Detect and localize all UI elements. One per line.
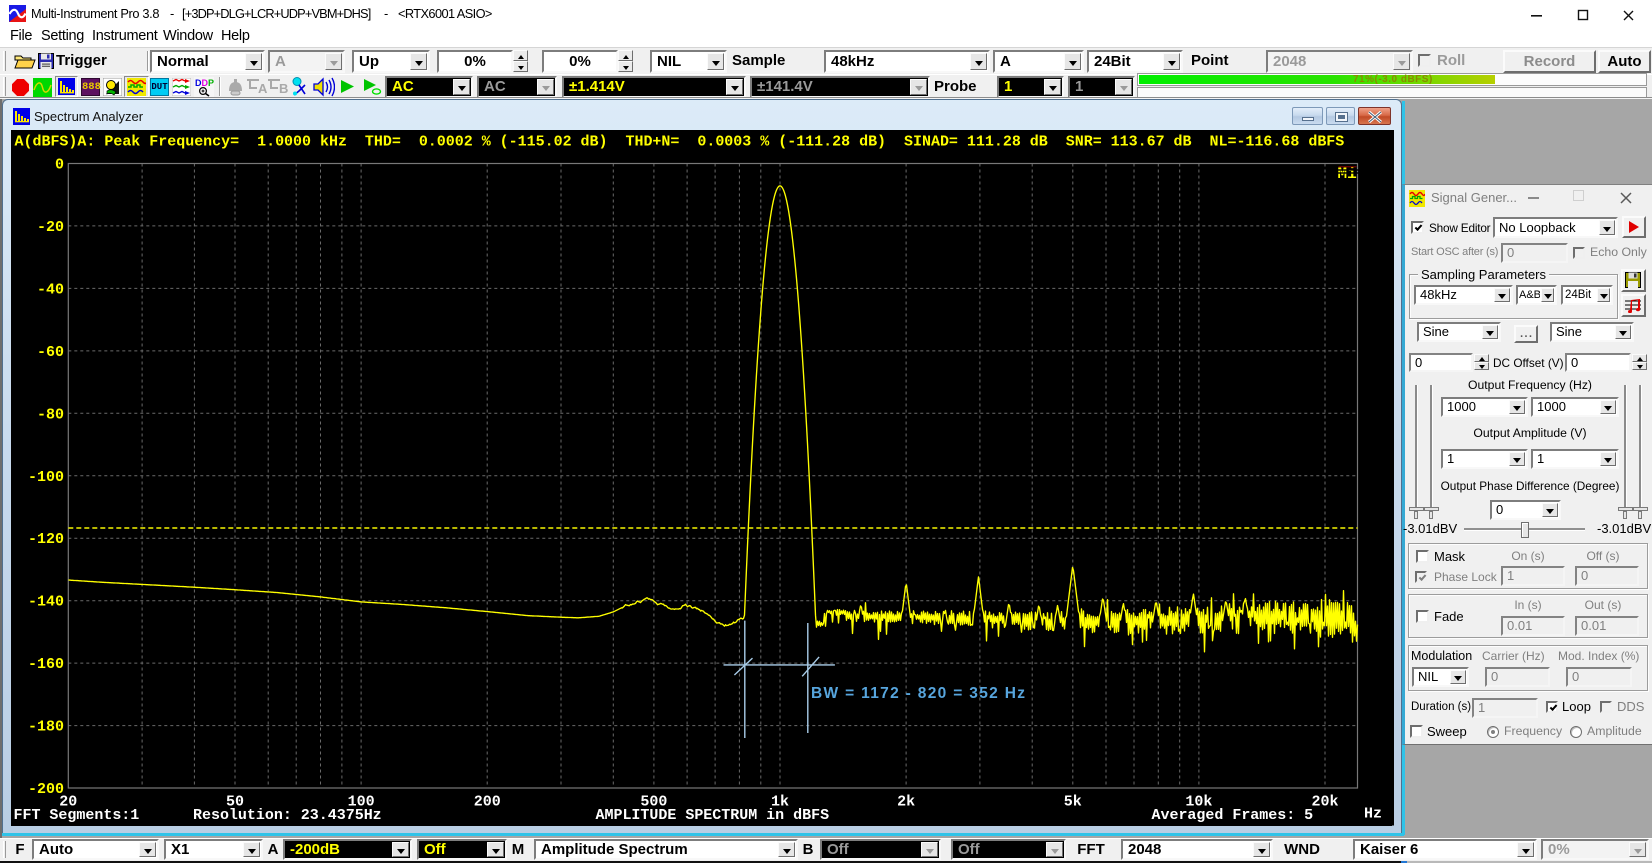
svg-text:BW = 1172 - 820 = 352 Hz: BW = 1172 - 820 = 352 Hz	[811, 685, 1025, 702]
svg-text:-40: -40	[36, 281, 63, 298]
svg-text:-80: -80	[36, 406, 63, 423]
svg-text:P: P	[208, 78, 214, 88]
svg-text:-180: -180	[27, 719, 63, 736]
svg-text:2k: 2k	[897, 794, 915, 811]
svg-text:Mi: Mi	[1337, 165, 1356, 183]
svg-text:-60: -60	[36, 344, 63, 361]
svg-text:-160: -160	[27, 656, 63, 673]
svg-text:Resolution: 23.4375Hz: Resolution: 23.4375Hz	[193, 807, 382, 824]
svg-text:-100: -100	[27, 469, 63, 486]
svg-text:0: 0	[54, 157, 63, 174]
svg-text:-140: -140	[27, 594, 63, 611]
svg-text:A(dBFS)A: Peak Frequency= 1.0: A(dBFS)A: Peak Frequency= 1.0000 kHz THD…	[14, 134, 1344, 151]
svg-text:5k: 5k	[1063, 794, 1081, 811]
svg-text:AMPLITUDE SPECTRUM in dBFS: AMPLITUDE SPECTRUM in dBFS	[595, 807, 829, 824]
svg-text:200: 200	[473, 794, 500, 811]
svg-text:Averaged Frames: 5: Averaged Frames: 5	[1151, 807, 1313, 824]
svg-text:-20: -20	[36, 219, 63, 236]
svg-text:20k: 20k	[1311, 794, 1338, 811]
svg-text:Hz: Hz	[1364, 806, 1382, 823]
svg-text:FFT Segments:1: FFT Segments:1	[13, 807, 139, 824]
svg-text:-120: -120	[27, 531, 63, 548]
